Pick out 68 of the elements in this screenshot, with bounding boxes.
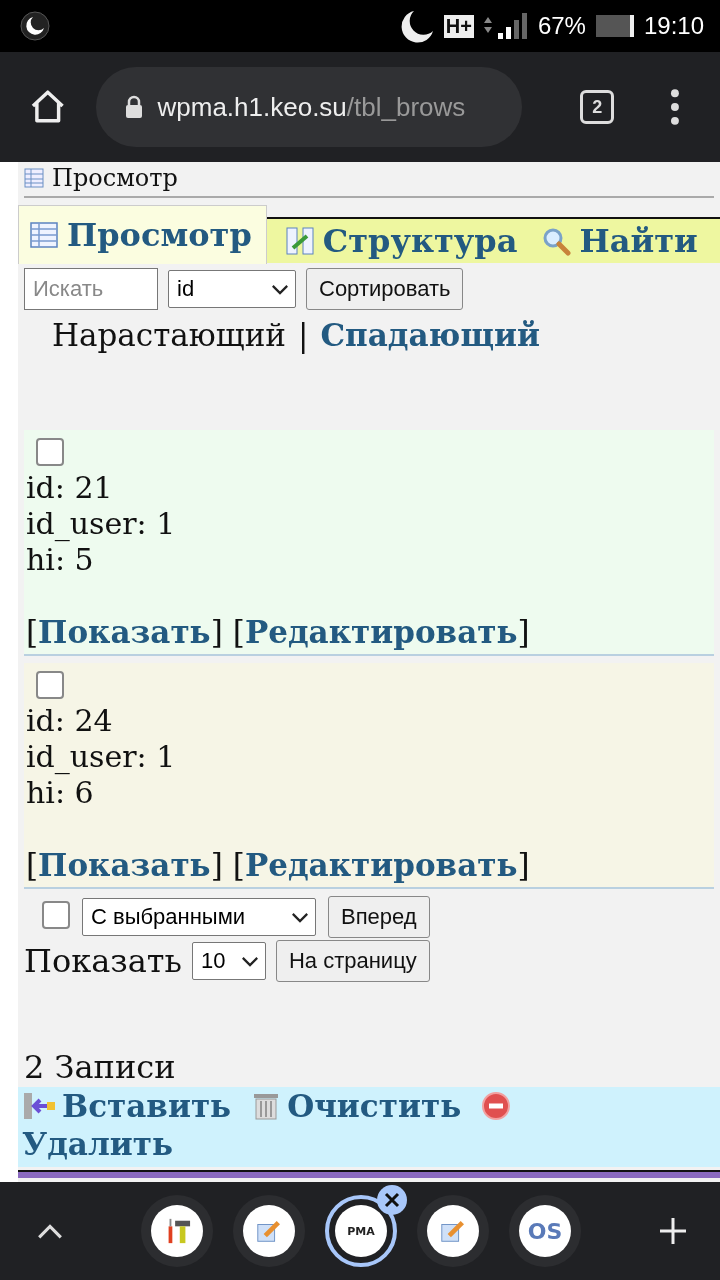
- sort-button[interactable]: Сортировать: [306, 268, 464, 310]
- record-link[interactable]: Показать: [38, 614, 211, 650]
- go-button[interactable]: Вперед: [328, 896, 430, 938]
- sort-field-select[interactable]: id: [168, 270, 296, 308]
- os-logo: OS: [527, 1218, 563, 1244]
- battery-icon: [595, 15, 634, 37]
- caret-icon: [271, 283, 289, 295]
- pma-logo: PMA: [347, 1224, 375, 1238]
- tab-count-button[interactable]: 2: [580, 90, 615, 124]
- bracket: ]: [517, 614, 530, 650]
- tab[interactable]: Найти: [535, 219, 704, 263]
- tab[interactable]: Просмотр: [18, 204, 267, 264]
- bracket: [: [26, 847, 39, 883]
- bracket: ]: [210, 847, 223, 883]
- battery-percent: 67%: [537, 12, 586, 40]
- structure-icon: [284, 226, 315, 256]
- moon-icon: [399, 9, 434, 43]
- menu-icon[interactable]: [670, 87, 680, 127]
- field-value: id_user: 1: [26, 506, 177, 542]
- field-value: id_user: 1: [26, 739, 177, 775]
- chevron-up-icon[interactable]: [36, 1222, 64, 1240]
- lock-icon: [123, 95, 144, 119]
- order-link[interactable]: Спадающий: [320, 317, 540, 353]
- action-link[interactable]: Вставить: [62, 1087, 232, 1125]
- field-value: id: 21: [26, 470, 114, 506]
- bracket: [: [232, 847, 245, 883]
- bracket: ]: [517, 847, 530, 883]
- page-heading: Просмотр: [52, 163, 178, 193]
- field-value: hi: 5: [26, 542, 95, 578]
- bracket: ]: [210, 614, 223, 650]
- tab-strip-item[interactable]: PMA: [325, 1195, 397, 1267]
- clock: 19:10: [643, 12, 704, 40]
- field-value: id: 24: [26, 703, 114, 739]
- tab-strip-item[interactable]: OS: [509, 1195, 581, 1267]
- checkbox[interactable]: [36, 671, 64, 699]
- per-page-select[interactable]: 10: [191, 942, 266, 980]
- checkbox[interactable]: [36, 438, 64, 466]
- action-link[interactable]: Удалить: [22, 1125, 173, 1163]
- record-count: 2 Записи: [23, 1047, 177, 1087]
- search-field[interactable]: Искать: [24, 268, 158, 310]
- per-page-button[interactable]: На страницу: [275, 940, 430, 982]
- plus-icon[interactable]: [658, 1216, 688, 1246]
- record-link[interactable]: Показать: [38, 847, 211, 883]
- current-order: Нарастающий: [52, 317, 286, 353]
- network-type: H+: [443, 14, 474, 38]
- close-icon[interactable]: [377, 1185, 407, 1215]
- tab[interactable]: Структура: [278, 219, 524, 263]
- per-page-label: Показать: [24, 942, 182, 980]
- action-link[interactable]: Очистить: [287, 1087, 462, 1125]
- record-link[interactable]: Редактировать: [244, 614, 518, 650]
- address-bar[interactable]: wpma.h1.keo.su/tbl_brows: [95, 67, 523, 147]
- moon-icon: [20, 11, 50, 41]
- delete-icon: [481, 1091, 512, 1121]
- bracket: [: [26, 614, 39, 650]
- caret-icon: [291, 911, 309, 923]
- caret-icon: [240, 955, 259, 967]
- url-text: wpma.h1.keo.su/tbl_brows: [157, 91, 466, 123]
- record-link[interactable]: Редактировать: [244, 847, 518, 883]
- table-icon: [29, 219, 59, 250]
- bracket: [: [232, 614, 245, 650]
- table-icon: [24, 168, 44, 188]
- field-value: hi: 6: [26, 775, 95, 811]
- separator: |: [297, 317, 309, 353]
- signal-icon: [483, 11, 528, 41]
- bulk-action-select[interactable]: С выбранными: [82, 898, 316, 936]
- search-icon: [541, 226, 572, 256]
- insert-icon: [22, 1091, 56, 1121]
- select-all-checkbox[interactable]: [42, 901, 70, 929]
